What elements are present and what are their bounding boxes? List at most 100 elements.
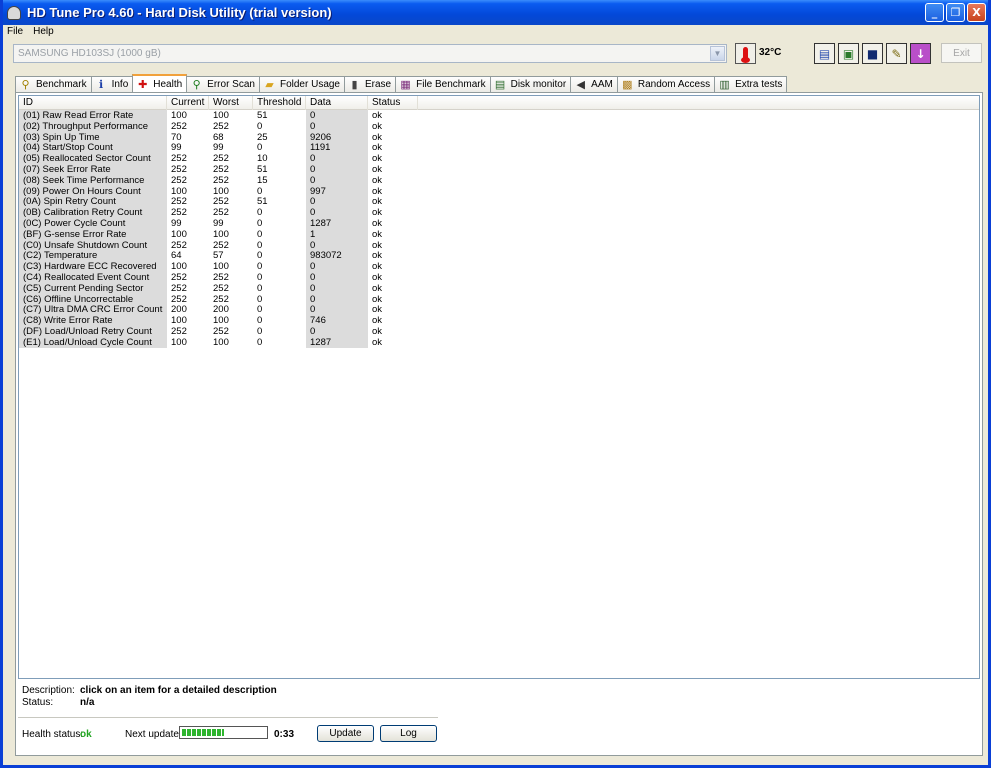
table-row[interactable]: (0B) Calibration Retry Count 252 252 0 0 ok [19, 207, 979, 218]
column-header-id[interactable]: ID [19, 96, 167, 110]
table-row[interactable]: (01) Raw Read Error Rate 100 100 51 0 ok [19, 110, 979, 121]
table-row[interactable]: (02) Throughput Performance 252 252 0 0 ok [19, 120, 979, 132]
description-line: Description: click on an item for a deta… [22, 685, 277, 696]
cell-current: 252 [171, 293, 187, 305]
copy-info-button[interactable]: ▤ [814, 43, 835, 64]
cell-threshold: 0 [257, 207, 263, 218]
log-button[interactable]: Log [380, 725, 437, 742]
tab-label: Random Access [637, 79, 711, 90]
table-row[interactable]: (C7) Ultra DMA CRC Error Count 200 200 0 0 ok [19, 304, 979, 316]
gauge-icon: ⚲ [21, 79, 30, 91]
table-row[interactable]: (C5) Current Pending Sector 252 252 0 0 ok [19, 282, 979, 294]
table-row[interactable]: (04) Start/Stop Count 99 99 0 1191 ok [19, 142, 979, 154]
table-row[interactable]: (09) Power On Hours Count 100 100 0 997 ok [19, 185, 979, 197]
toolbar: SAMSUNG HD103SJ (1000 gB) ▼ 32°C ▤ ▣ ■ ✎… [3, 40, 988, 72]
cell-data: 0 [306, 325, 368, 337]
column-header-data[interactable]: Data [306, 96, 368, 110]
table-row[interactable]: (C8) Write Error Rate 100 100 0 746 ok [19, 315, 979, 326]
table-row[interactable]: (C3) Hardware ECC Recovered 100 100 0 0 ok [19, 261, 979, 272]
table-row[interactable]: (C6) Offline Uncorrectable 252 252 0 0 ok [19, 293, 979, 305]
cell-data: 997 [306, 185, 368, 197]
cell-status: ok [372, 271, 383, 283]
tab-folder-usage[interactable]: ▰ Folder Usage [258, 76, 345, 92]
menu-file[interactable]: File [7, 26, 23, 37]
cell-id: (C8) Write Error Rate [19, 315, 167, 326]
cell-threshold: 10 [257, 153, 268, 164]
table-row[interactable]: (08) Seek Time Performance 252 252 15 0 ok [19, 174, 979, 186]
cell-status: ok [372, 325, 383, 337]
cell-current: 100 [171, 228, 187, 240]
cell-data: 1191 [306, 142, 368, 154]
options-button[interactable]: ✎ [886, 43, 907, 64]
list-body: (01) Raw Read Error Rate 100 100 51 0 ok (02) … [19, 110, 979, 348]
cell-worst: 252 [213, 207, 229, 218]
drive-select[interactable]: SAMSUNG HD103SJ (1000 gB) ▼ [13, 44, 727, 63]
column-header-worst[interactable]: Worst [209, 96, 253, 110]
window-controls: _ ❐ X [925, 3, 986, 22]
update-button[interactable]: Update [317, 725, 374, 742]
cell-id: (0A) Spin Retry Count [19, 196, 167, 208]
tab-label: AAM [591, 79, 613, 90]
tab-erase[interactable]: ▮ Erase [344, 76, 397, 92]
table-row[interactable]: (0A) Spin Retry Count 252 252 51 0 ok [19, 196, 979, 208]
table-row[interactable]: (03) Spin Up Time 70 68 25 9206 ok [19, 131, 979, 143]
restore-button[interactable]: ❐ [946, 3, 965, 22]
cell-threshold: 15 [257, 174, 268, 186]
temperature-button[interactable] [735, 43, 756, 64]
minimize-button[interactable]: _ [925, 3, 944, 22]
cell-current: 252 [171, 196, 187, 208]
tab-random-access[interactable]: ▩ Random Access [616, 76, 716, 92]
cell-data: 0 [306, 153, 368, 164]
table-row[interactable]: (07) Seek Error Rate 252 252 51 0 ok [19, 163, 979, 175]
tab-file-benchmark[interactable]: ▦ File Benchmark [395, 76, 491, 92]
tab-label: Disk monitor [510, 79, 567, 90]
tab-benchmark[interactable]: ⚲ Benchmark [15, 76, 92, 92]
save-button[interactable]: ■ [862, 43, 883, 64]
cell-threshold: 51 [257, 110, 268, 121]
cell-threshold: 0 [257, 336, 263, 348]
tab-aam[interactable]: ◀ AAM [570, 76, 618, 92]
column-header-threshold[interactable]: Threshold [253, 96, 306, 110]
tab-error-scan[interactable]: ⚲ Error Scan [186, 76, 260, 92]
smart-attribute-list[interactable]: ID Current Worst Threshold Data Status (01) R… [18, 95, 980, 679]
chevron-down-icon[interactable]: ▼ [710, 46, 725, 61]
cell-data: 9206 [306, 131, 368, 143]
cell-status: ok [372, 131, 383, 143]
menu-help[interactable]: Help [33, 26, 54, 37]
exit-button[interactable]: Exit [941, 43, 982, 63]
table-row[interactable]: (C0) Unsafe Shutdown Count 252 252 0 0 ok [19, 239, 979, 251]
menu-bar: File Help [3, 25, 988, 38]
cell-data: 0 [306, 174, 368, 186]
cell-status: ok [372, 217, 383, 229]
title-bar[interactable]: HD Tune Pro 4.60 - Hard Disk Utility (tr… [3, 0, 988, 25]
tab-health[interactable]: ✚ Health [132, 74, 188, 92]
table-row[interactable]: (C2) Temperature 64 57 0 983072 ok [19, 250, 979, 262]
down-arrow-icon: ↓ [915, 46, 926, 61]
cell-id: (BF) G-sense Error Rate [19, 228, 167, 240]
cell-id: (C5) Current Pending Sector [19, 282, 167, 294]
tab-disk-monitor[interactable]: ▤ Disk monitor [489, 76, 572, 92]
cell-current: 252 [171, 282, 187, 294]
cell-worst: 252 [213, 174, 229, 186]
column-header-current[interactable]: Current [167, 96, 209, 110]
copy-screenshot-button[interactable]: ▣ [838, 43, 859, 64]
table-row[interactable]: (DF) Load/Unload Retry Count 252 252 0 0 ok [19, 325, 979, 337]
cell-threshold: 0 [257, 282, 263, 294]
table-row[interactable]: (E1) Load/Unload Cycle Count 100 100 0 1287 o… [19, 336, 979, 348]
cell-worst: 252 [213, 153, 229, 164]
table-row[interactable]: (C4) Reallocated Event Count 252 252 0 0 ok [19, 271, 979, 283]
cell-current: 100 [171, 336, 187, 348]
cell-id: (08) Seek Time Performance [19, 174, 167, 186]
tab-extra-tests[interactable]: ▥ Extra tests [714, 76, 788, 92]
tab-info[interactable]: ℹ Info [90, 76, 134, 92]
app-icon[interactable] [7, 5, 21, 20]
download-button[interactable]: ↓ [910, 43, 931, 64]
cell-id: (03) Spin Up Time [19, 131, 167, 143]
close-button[interactable]: X [967, 3, 986, 22]
cell-threshold: 0 [257, 293, 263, 305]
cell-status: ok [372, 142, 383, 154]
column-header-status[interactable]: Status [368, 96, 418, 110]
table-row[interactable]: (05) Reallocated Sector Count 252 252 10 0 ok [19, 153, 979, 164]
table-row[interactable]: (0C) Power Cycle Count 99 99 0 1287 ok [19, 217, 979, 229]
table-row[interactable]: (BF) G-sense Error Rate 100 100 0 1 ok [19, 228, 979, 240]
